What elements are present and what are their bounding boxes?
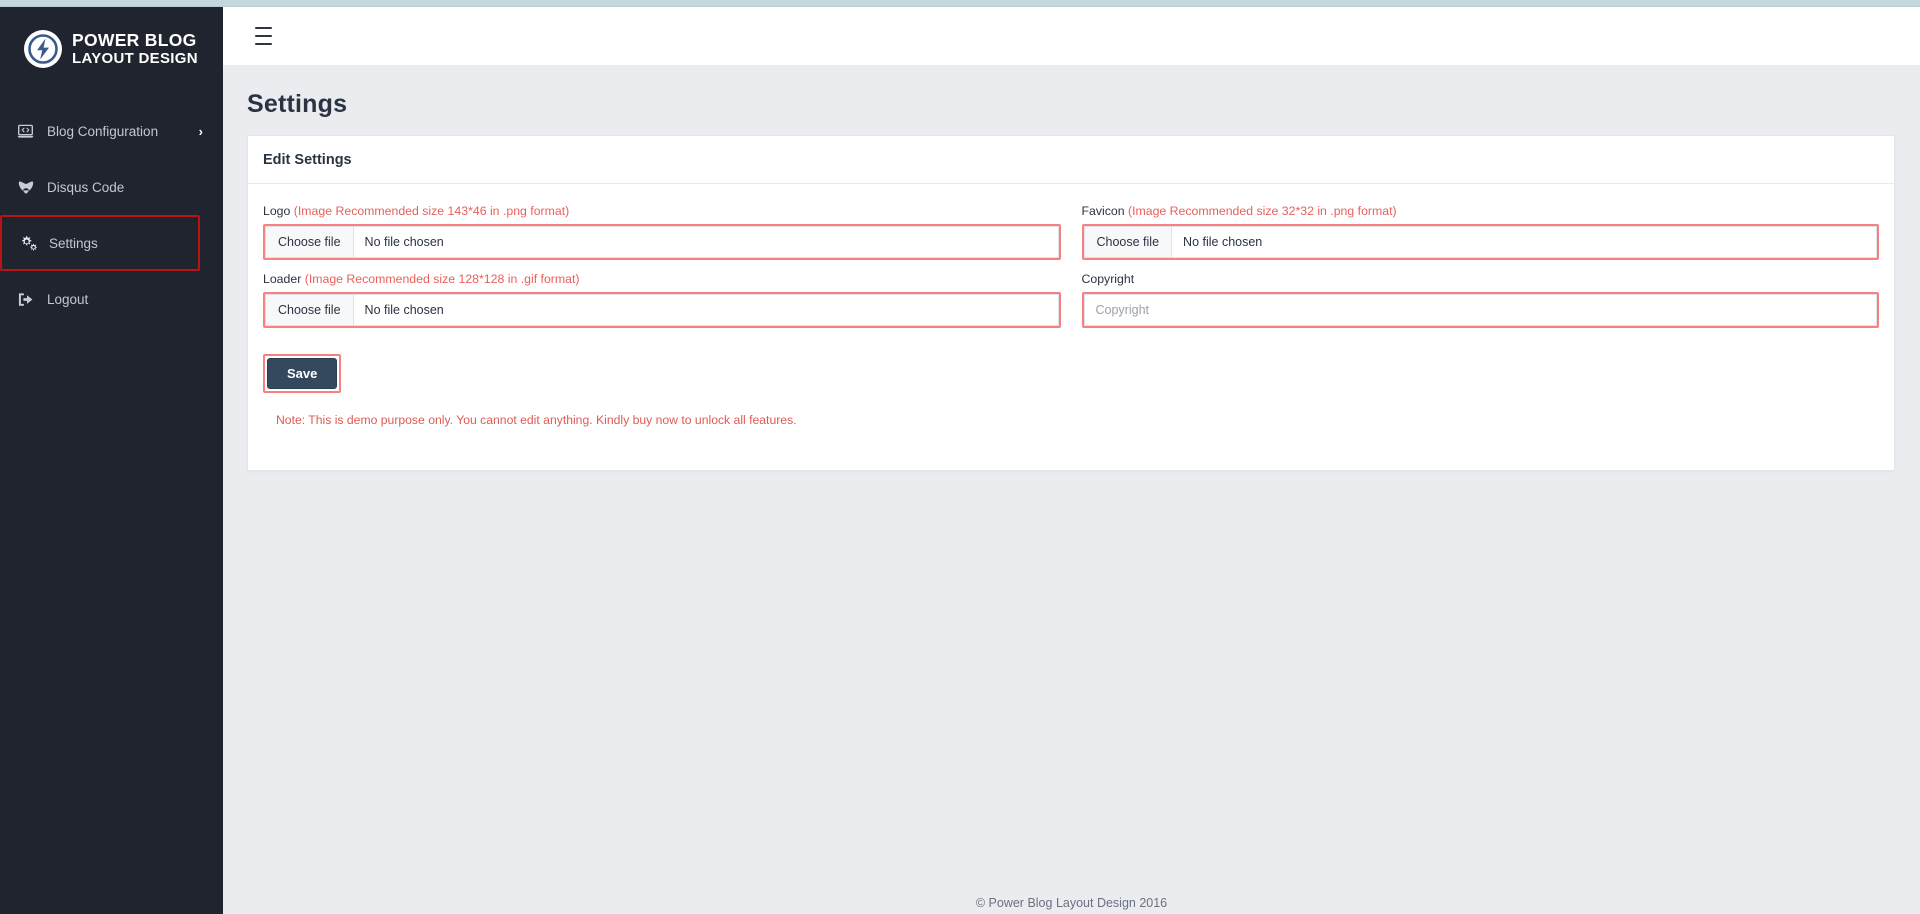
main-content: Settings Edit Settings Logo (Image Recom… bbox=[223, 65, 1920, 914]
brand-line-1: POWER BLOG bbox=[72, 32, 198, 50]
copyright-input[interactable] bbox=[1084, 294, 1878, 326]
sidebar-item-label: Logout bbox=[43, 292, 203, 307]
brand-text: POWER BLOG LAYOUT DESIGN bbox=[72, 32, 198, 67]
hamburger-bar bbox=[255, 35, 272, 37]
loader-file-input[interactable]: Choose file No file chosen bbox=[265, 294, 1059, 326]
loader-label-text: Loader bbox=[263, 272, 301, 286]
sidebar-item-settings[interactable]: Settings bbox=[0, 215, 200, 271]
save-button[interactable]: Save bbox=[267, 358, 337, 389]
chevron-right-icon: › bbox=[199, 124, 203, 139]
loader-field-outline: Choose file No file chosen bbox=[263, 292, 1061, 328]
disqus-icon bbox=[17, 180, 43, 195]
field-group-logo: Logo (Image Recommended size 143*46 in .… bbox=[263, 204, 1061, 260]
sidebar-item-disqus-code[interactable]: Disqus Code bbox=[0, 159, 223, 215]
favicon-file-input[interactable]: Choose file No file chosen bbox=[1084, 226, 1878, 258]
logo-label-text: Logo bbox=[263, 204, 290, 218]
field-group-loader: Loader (Image Recommended size 128*128 i… bbox=[263, 272, 1061, 328]
hamburger-bar bbox=[255, 27, 272, 29]
copyright-label: Copyright bbox=[1082, 272, 1880, 286]
save-button-outline: Save bbox=[263, 354, 341, 393]
card-header-title: Edit Settings bbox=[248, 136, 1894, 184]
sidebar-nav: Blog Configuration › Disqus Code bbox=[0, 103, 223, 327]
edit-settings-card: Edit Settings Logo (Image Recommended si… bbox=[247, 135, 1895, 471]
sign-out-icon bbox=[17, 292, 43, 307]
favicon-label-text: Favicon bbox=[1082, 204, 1125, 218]
sidebar-item-label: Settings bbox=[45, 236, 178, 251]
footer-copyright: © Power Blog Layout Design 2016 bbox=[223, 896, 1920, 914]
logo-file-input[interactable]: Choose file No file chosen bbox=[265, 226, 1059, 258]
browser-chrome-strip bbox=[0, 0, 1920, 7]
sidebar-item-label: Blog Configuration bbox=[43, 124, 199, 139]
logo-choose-file-button[interactable]: Choose file bbox=[266, 227, 354, 257]
loader-choose-file-button[interactable]: Choose file bbox=[266, 295, 354, 325]
loader-label-hint: (Image Recommended size 128*128 in .gif … bbox=[305, 272, 580, 286]
favicon-file-status: No file chosen bbox=[1172, 227, 1876, 257]
copyright-label-text: Copyright bbox=[1082, 272, 1135, 286]
copyright-field-outline bbox=[1082, 292, 1880, 328]
brand-line-2: LAYOUT DESIGN bbox=[72, 51, 198, 66]
form-row: Loader (Image Recommended size 128*128 i… bbox=[263, 272, 1879, 340]
logo-label-hint: (Image Recommended size 143*46 in .png f… bbox=[294, 204, 569, 218]
favicon-label-hint: (Image Recommended size 32*32 in .png fo… bbox=[1128, 204, 1397, 218]
top-navbar bbox=[223, 7, 1920, 65]
sidebar-item-blog-configuration[interactable]: Blog Configuration › bbox=[0, 103, 223, 159]
sidebar-item-logout[interactable]: Logout bbox=[0, 271, 223, 327]
field-group-copyright: Copyright bbox=[1082, 272, 1880, 328]
laptop-code-icon bbox=[17, 124, 43, 139]
favicon-choose-file-button[interactable]: Choose file bbox=[1085, 227, 1173, 257]
demo-note: Note: This is demo purpose only. You can… bbox=[276, 413, 1879, 427]
field-group-favicon: Favicon (Image Recommended size 32*32 in… bbox=[1082, 204, 1880, 260]
brand-logo[interactable]: POWER BLOG LAYOUT DESIGN bbox=[0, 7, 223, 91]
logo-field-outline: Choose file No file chosen bbox=[263, 224, 1061, 260]
form-row: Logo (Image Recommended size 143*46 in .… bbox=[263, 204, 1879, 272]
sidebar: POWER BLOG LAYOUT DESIGN Blog Configurat… bbox=[0, 7, 223, 914]
page-title: Settings bbox=[223, 65, 1920, 135]
hamburger-bar bbox=[255, 43, 272, 45]
card-body: Logo (Image Recommended size 143*46 in .… bbox=[248, 184, 1894, 437]
favicon-field-outline: Choose file No file chosen bbox=[1082, 224, 1880, 260]
loader-file-status: No file chosen bbox=[354, 295, 1058, 325]
lightning-bolt-circle-icon bbox=[24, 30, 62, 68]
cogs-icon bbox=[19, 235, 45, 251]
favicon-label: Favicon (Image Recommended size 32*32 in… bbox=[1082, 204, 1880, 218]
logo-file-status: No file chosen bbox=[354, 227, 1058, 257]
hamburger-icon[interactable] bbox=[255, 27, 275, 45]
sidebar-item-label: Disqus Code bbox=[43, 180, 203, 195]
logo-label: Logo (Image Recommended size 143*46 in .… bbox=[263, 204, 1061, 218]
loader-label: Loader (Image Recommended size 128*128 i… bbox=[263, 272, 1061, 286]
